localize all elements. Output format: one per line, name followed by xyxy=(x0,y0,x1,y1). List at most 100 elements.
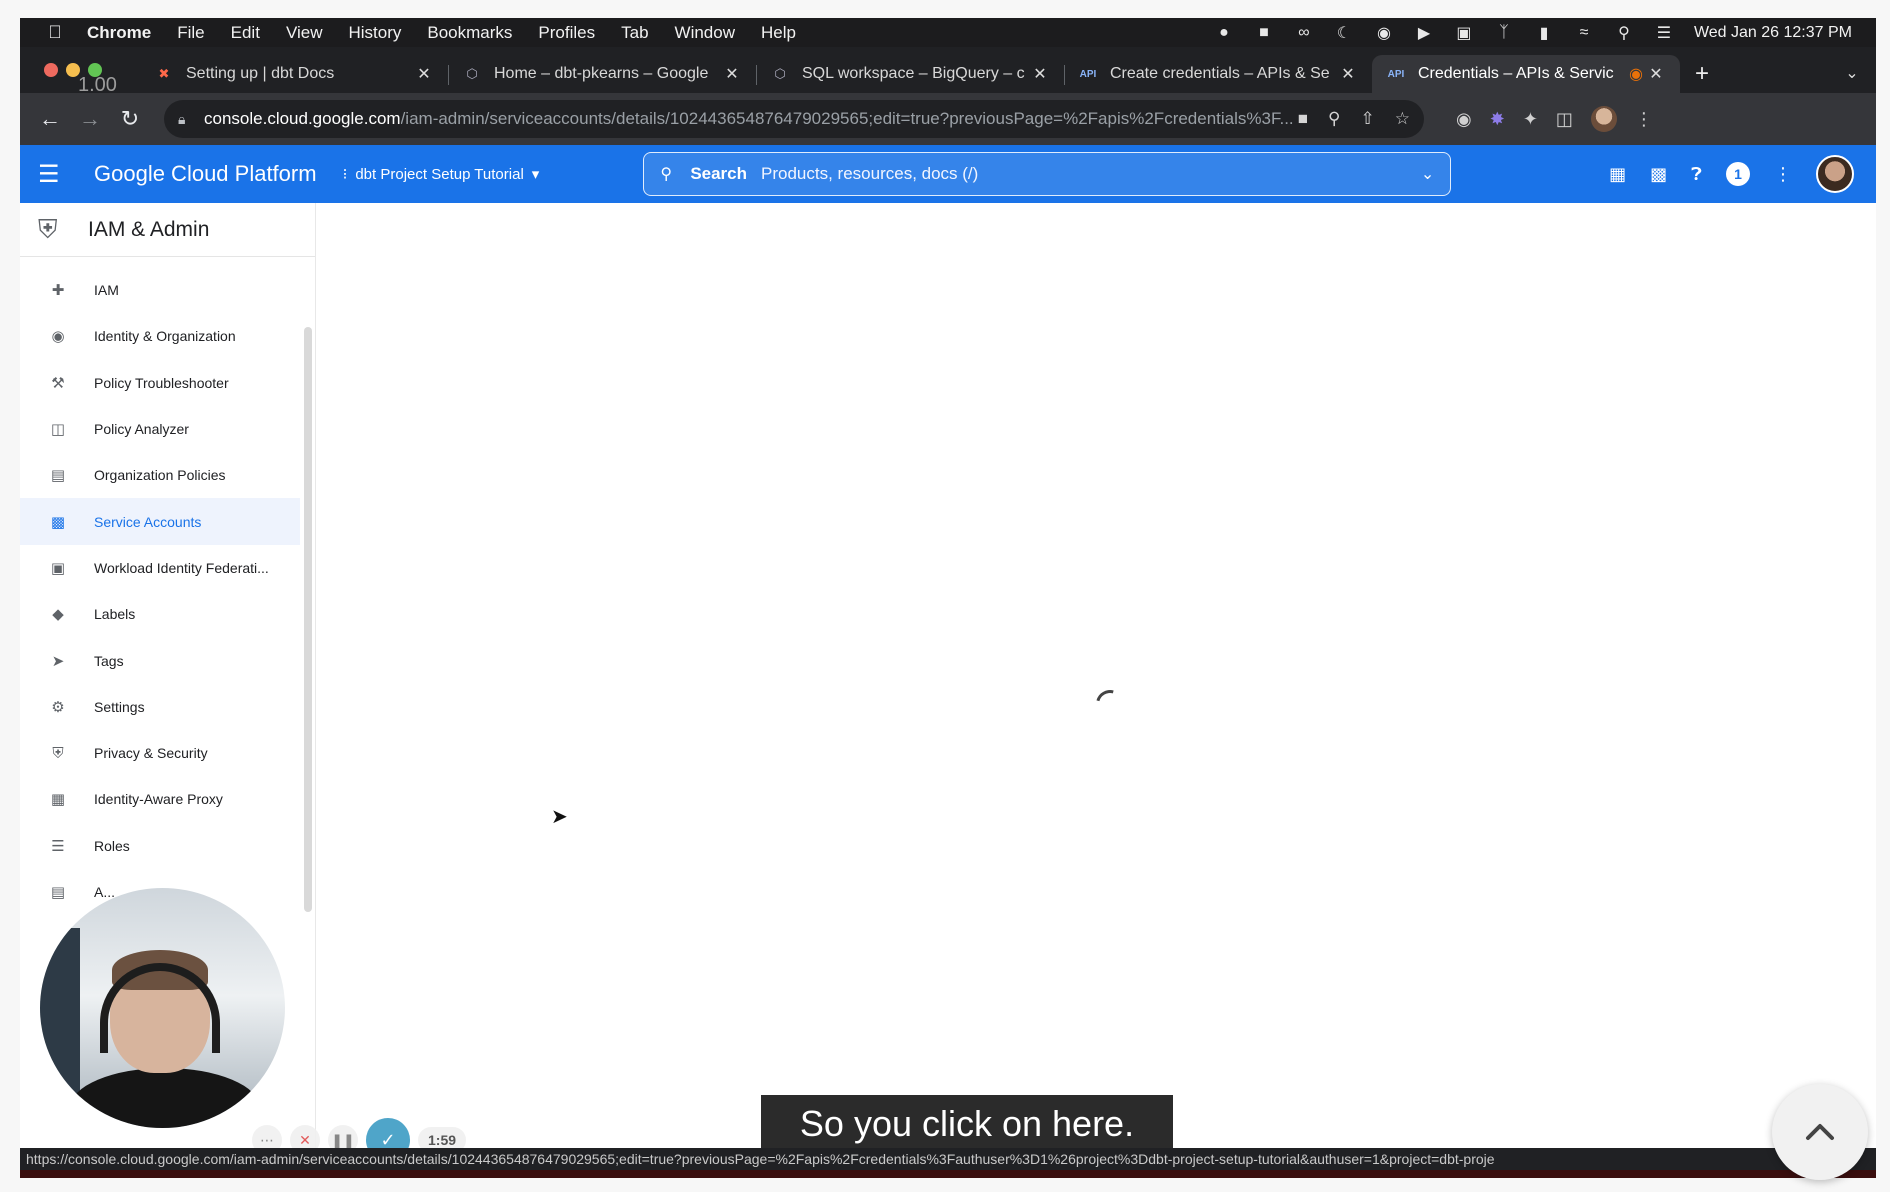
menu-edit[interactable]: Edit xyxy=(231,23,260,43)
menu-bookmarks[interactable]: Bookmarks xyxy=(427,23,512,43)
person-add-icon: ✚ xyxy=(51,282,65,300)
playback-speed: 1.00 xyxy=(78,74,117,96)
address-bar[interactable]: 🔒︎ console.cloud.google.com /iam-admin/s… xyxy=(164,100,1424,138)
sidebar-item-privacy-security[interactable]: ⛨ Privacy & Security xyxy=(20,730,300,776)
tab-gcp-home[interactable]: ⬡ Home – dbt-pkearns – Google ✕ xyxy=(448,55,756,93)
close-tab-icon[interactable]: ✕ xyxy=(414,64,434,84)
play-icon[interactable]: ▶ xyxy=(1414,23,1434,43)
extension-icon[interactable]: ✸ xyxy=(1490,109,1505,130)
more-vert-icon[interactable]: ⋮ xyxy=(1774,164,1792,185)
wrench-icon: ⚒ xyxy=(51,374,65,392)
sidebar-item-policy-analyzer[interactable]: ◫ Policy Analyzer xyxy=(20,406,300,452)
camera-icon[interactable]: ■ xyxy=(1298,109,1308,129)
search-input[interactable]: ⚲ Search Products, resources, docs (/) ⌄ xyxy=(643,152,1452,196)
spotlight-search-icon[interactable]: ⚲ xyxy=(1614,23,1634,43)
tab-dbt-docs[interactable]: ✖ Setting up | dbt Docs ✕ xyxy=(140,55,448,93)
sidebar-item-settings[interactable]: ⚙ Settings xyxy=(20,684,300,730)
sidebar-item-workload-identity[interactable]: ▣ Workload Identity Federati... xyxy=(20,545,300,591)
sidebar-item-roles[interactable]: ☰ Roles xyxy=(20,823,300,869)
close-window-icon[interactable] xyxy=(44,63,58,77)
tab-credentials-active[interactable]: API Credentials – APIs & Servic ◉ ✕ xyxy=(1372,55,1680,93)
webcam-person-shirt xyxy=(70,1068,260,1128)
menu-file[interactable]: File xyxy=(177,23,204,43)
gift-icon[interactable]: ▦ xyxy=(1609,164,1626,185)
menu-history[interactable]: History xyxy=(348,23,401,43)
sidebar-item-label: Settings xyxy=(94,698,145,715)
notifications-badge[interactable]: 1 xyxy=(1726,162,1750,186)
forward-button[interactable]: → xyxy=(70,106,110,132)
menu-clock[interactable]: Wed Jan 26 12:37 PM xyxy=(1694,24,1852,42)
battery-icon[interactable]: ▮ xyxy=(1534,23,1554,43)
api-icon: API xyxy=(1387,68,1405,80)
menu-view[interactable]: View xyxy=(286,23,323,43)
help-icon[interactable]: ❓︎ xyxy=(1691,164,1702,185)
tab-search-chevron-icon[interactable]: ⌄ xyxy=(1828,55,1876,93)
menu-profiles[interactable]: Profiles xyxy=(538,23,595,43)
project-selector[interactable]: ⁝ dbt Project Setup Tutorial ▾ xyxy=(343,165,540,184)
puzzle-icon[interactable]: ✦ xyxy=(1523,109,1538,130)
side-panel-icon[interactable]: ◫ xyxy=(1556,109,1573,130)
lock-icon[interactable]: 🔒︎ xyxy=(178,111,198,128)
gcp-title[interactable]: Google Cloud Platform xyxy=(94,161,317,187)
bookmark-star-icon[interactable]: ☆ xyxy=(1395,109,1410,129)
sidebar-item-label: IAM xyxy=(94,282,119,299)
password-icon[interactable]: ◉ xyxy=(1374,23,1394,43)
sidebar-item-identity-aware-proxy[interactable]: ▦ Identity-Aware Proxy xyxy=(20,776,300,822)
sidebar-header: ⛨ IAM & Admin xyxy=(20,203,315,257)
glasses-icon[interactable]: ∞ xyxy=(1294,24,1314,42)
account-avatar[interactable] xyxy=(1816,155,1854,193)
sidebar-item-label: Identity-Aware Proxy xyxy=(94,791,223,808)
sidebar-item-organization-policies[interactable]: ▤ Organization Policies xyxy=(20,452,300,498)
bluetooth-icon[interactable]: ᛉ xyxy=(1494,24,1514,42)
control-center-icon[interactable]: ☰ xyxy=(1654,23,1674,43)
sidebar-item-service-accounts[interactable]: ▩ Service Accounts xyxy=(20,498,300,545)
menu-window[interactable]: Window xyxy=(675,23,735,43)
menu-tab[interactable]: Tab xyxy=(621,23,648,43)
sidebar-item-iam[interactable]: ✚ IAM xyxy=(20,267,300,313)
scroll-to-top-button[interactable] xyxy=(1772,1084,1868,1180)
menu-help[interactable]: Help xyxy=(761,23,796,43)
cloud-shell-icon[interactable]: ▩ xyxy=(1650,164,1667,185)
video-caption: So you click on here. xyxy=(761,1095,1173,1153)
microphone-icon[interactable]: ● xyxy=(1214,24,1234,42)
tab-label: SQL workspace – BigQuery – c xyxy=(802,65,1025,82)
profile-avatar[interactable] xyxy=(1590,106,1617,132)
kebab-menu-icon[interactable]: ⋮ xyxy=(1635,109,1653,130)
extension-icon[interactable]: ◉ xyxy=(1456,109,1472,130)
sidebar-item-tags[interactable]: ➤ Tags xyxy=(20,637,300,683)
sidebar-item-label: Labels xyxy=(94,606,136,623)
wifi-icon[interactable]: ≈ xyxy=(1574,24,1594,42)
document-search-icon: ◫ xyxy=(50,421,66,439)
sidebar-item-labels[interactable]: ◆ Labels xyxy=(20,591,300,637)
tab-label: Create credentials – APIs & Se xyxy=(1110,65,1330,82)
zoom-icon[interactable]: ■ xyxy=(1254,24,1274,42)
tab-label: Home – dbt-pkearns – Google xyxy=(494,65,709,82)
zoom-search-icon[interactable]: ⚲ xyxy=(1328,109,1340,129)
hamburger-menu-icon[interactable]: ☰ xyxy=(38,160,74,189)
apple-icon[interactable]:  xyxy=(36,22,74,43)
moon-icon[interactable]: ☾ xyxy=(1334,23,1354,43)
close-tab-icon[interactable]: ✕ xyxy=(1338,64,1358,84)
menu-app-name[interactable]: Chrome xyxy=(87,23,151,43)
reload-button[interactable]: ↻ xyxy=(110,106,150,132)
mac-menu-bar:  Chrome File Edit View History Bookmark… xyxy=(20,18,1876,47)
chevron-down-icon[interactable]: ⌄ xyxy=(1421,164,1434,184)
close-tab-icon[interactable]: ✕ xyxy=(722,64,742,84)
gear-icon: ⚙ xyxy=(51,698,65,716)
sidebar-item-label: Workload Identity Federati... xyxy=(94,559,269,576)
tab-create-credentials[interactable]: API Create credentials – APIs & Se ✕ xyxy=(1064,55,1372,93)
service-account-icon: ▩ xyxy=(50,513,66,531)
sidebar-scrollbar[interactable] xyxy=(304,327,312,912)
close-tab-icon[interactable]: ✕ xyxy=(1646,64,1666,84)
close-tab-icon[interactable]: ✕ xyxy=(1030,64,1050,84)
tab-bigquery[interactable]: ⬡ SQL workspace – BigQuery – c ✕ xyxy=(756,55,1064,93)
card-icon[interactable]: ▣ xyxy=(1454,23,1474,43)
sidebar-item-policy-troubleshooter[interactable]: ⚒ Policy Troubleshooter xyxy=(20,360,300,406)
label-icon: ◆ xyxy=(52,606,64,624)
sidebar-item-label: Identity & Organization xyxy=(94,328,236,345)
share-icon[interactable]: ⇧ xyxy=(1361,109,1375,129)
gcp-icon: ⬡ xyxy=(466,66,478,81)
sidebar-item-identity-organization[interactable]: ◉ Identity & Organization xyxy=(20,313,300,359)
new-tab-button[interactable]: + xyxy=(1680,55,1724,93)
back-button[interactable]: ← xyxy=(30,106,70,132)
